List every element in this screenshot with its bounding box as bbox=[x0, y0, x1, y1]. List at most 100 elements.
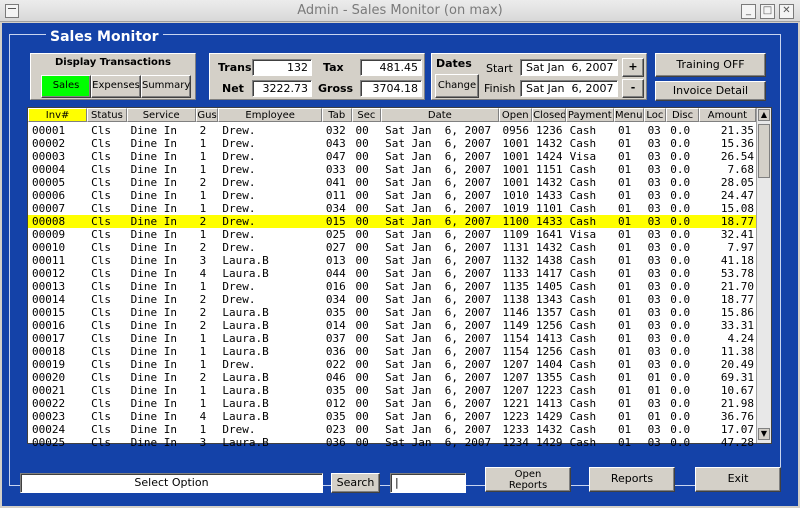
table-row[interactable]: 00007 Cls Dine In 1 Drew. 034 00 Sat Jan 6, 200… bbox=[28, 202, 756, 215]
select-option-field[interactable]: Select Option bbox=[20, 473, 323, 493]
table-row[interactable]: 00002 Cls Dine In 1 Drew. 043 00 Sat Jan 6, 200… bbox=[28, 137, 756, 150]
column-header-payment[interactable]: Payment bbox=[565, 108, 614, 122]
table-row[interactable]: 00008 Cls Dine In 2 Drew. 015 00 Sat Jan 6, 200… bbox=[28, 215, 756, 228]
cell-guests: 4 bbox=[199, 267, 207, 280]
cell-sec: 00 bbox=[355, 176, 369, 189]
search-input[interactable]: | bbox=[390, 473, 466, 493]
column-header-service[interactable]: Service bbox=[126, 108, 196, 122]
gross-value: 3704.18 bbox=[360, 80, 422, 97]
reports-button[interactable]: Reports bbox=[589, 467, 675, 492]
cell-sec: 00 bbox=[355, 137, 369, 150]
column-header-tab[interactable]: Tab bbox=[321, 108, 352, 122]
column-header-guests[interactable]: Gus bbox=[195, 108, 219, 122]
training-toggle-button[interactable]: Training OFF bbox=[655, 53, 766, 77]
dates-title: Dates bbox=[436, 57, 472, 70]
cell-status: Cls bbox=[91, 124, 112, 137]
date-decrement-button[interactable]: - bbox=[622, 79, 644, 98]
table-row[interactable]: 00019 Cls Dine In 1 Drew. 022 00 Sat Jan 6, 200… bbox=[28, 358, 756, 371]
expenses-button[interactable]: Expenses bbox=[91, 75, 141, 98]
column-header-closed[interactable]: Closed bbox=[532, 108, 566, 122]
table-row[interactable]: 00020 Cls Dine In 2 Laura.B 046 00 Sat Jan 6, 2… bbox=[28, 371, 756, 384]
column-header-loc[interactable]: Loc bbox=[643, 108, 667, 122]
scroll-down-icon[interactable]: ▼ bbox=[758, 428, 770, 440]
cell-amount: 18.77 bbox=[720, 215, 755, 228]
table-row[interactable]: 00017 Cls Dine In 1 Laura.B 037 00 Sat Jan 6, 2… bbox=[28, 332, 756, 345]
table-row[interactable]: 00006 Cls Dine In 1 Drew. 011 00 Sat Jan 6, 200… bbox=[28, 189, 756, 202]
scroll-thumb[interactable] bbox=[758, 124, 770, 178]
cell-closed: 1433 bbox=[536, 215, 563, 228]
cell-inv: 00024 bbox=[32, 423, 66, 436]
column-header-disc[interactable]: Disc bbox=[666, 108, 699, 122]
table-row[interactable]: 00010 Cls Dine In 2 Drew. 027 00 Sat Jan 6, 200… bbox=[28, 241, 756, 254]
cell-service: Dine In bbox=[130, 215, 177, 228]
cell-amount: 15.08 bbox=[720, 202, 755, 215]
cell-tab: 013 bbox=[325, 254, 346, 267]
open-reports-button[interactable]: Open Reports bbox=[485, 467, 571, 492]
table-row[interactable]: 00025 Cls Dine In 3 Laura.B 036 00 Sat Jan 6, 2… bbox=[28, 436, 756, 449]
column-header-open[interactable]: Open bbox=[498, 108, 533, 122]
close-icon[interactable]: ✕ bbox=[779, 4, 794, 19]
cell-amount: 17.07 bbox=[720, 423, 755, 436]
cell-menu: 01 bbox=[617, 436, 632, 449]
column-header-sec[interactable]: Sec bbox=[351, 108, 382, 122]
column-header-inv[interactable]: Inv# bbox=[28, 108, 88, 122]
table-row[interactable]: 00016 Cls Dine In 2 Laura.B 014 00 Sat Jan 6, 2… bbox=[28, 319, 756, 332]
cell-closed: 1429 bbox=[536, 410, 563, 423]
cell-service: Dine In bbox=[130, 254, 177, 267]
vertical-scrollbar[interactable]: ▲ ▼ bbox=[756, 108, 771, 443]
change-button[interactable]: Change bbox=[435, 74, 479, 98]
table-row[interactable]: 00024 Cls Dine In 1 Drew. 023 00 Sat Jan 6, 200… bbox=[28, 423, 756, 436]
table-row[interactable]: 00009 Cls Dine In 1 Drew. 025 00 Sat Jan 6, 200… bbox=[28, 228, 756, 241]
column-header-employee[interactable]: Employee bbox=[218, 108, 322, 122]
table-row[interactable]: 00018 Cls Dine In 1 Laura.B 036 00 Sat Jan 6, 2… bbox=[28, 345, 756, 358]
table-row[interactable]: 00003 Cls Dine In 1 Drew. 047 00 Sat Jan 6, 200… bbox=[28, 150, 756, 163]
cell-date: Sat Jan 6, 2007 bbox=[385, 176, 492, 189]
table-row[interactable]: 00023 Cls Dine In 4 Laura.B 035 00 Sat Jan 6, 2… bbox=[28, 410, 756, 423]
search-button[interactable]: Search bbox=[331, 473, 380, 493]
table-row[interactable]: 00005 Cls Dine In 2 Drew. 041 00 Sat Jan 6, 200… bbox=[28, 176, 756, 189]
cell-inv: 00019 bbox=[32, 358, 66, 371]
table-row[interactable]: 00021 Cls Dine In 1 Laura.B 035 00 Sat Jan 6, 2… bbox=[28, 384, 756, 397]
table-row[interactable]: 00011 Cls Dine In 3 Laura.B 013 00 Sat Jan 6, 2… bbox=[28, 254, 756, 267]
cell-guests: 3 bbox=[199, 436, 207, 449]
cell-closed: 1429 bbox=[536, 436, 563, 449]
table-row[interactable]: 00013 Cls Dine In 1 Drew. 016 00 Sat Jan 6, 200… bbox=[28, 280, 756, 293]
column-header-status[interactable]: Status bbox=[87, 108, 127, 122]
date-increment-button[interactable]: + bbox=[622, 58, 644, 77]
start-date-field[interactable]: Sat Jan 6, 2007 bbox=[520, 59, 618, 76]
cell-loc: 03 bbox=[647, 319, 661, 332]
cell-closed: 1432 bbox=[536, 423, 563, 436]
cell-amount: 10.67 bbox=[720, 384, 755, 397]
cell-open: 1234 bbox=[502, 436, 529, 449]
summary-button[interactable]: Summary bbox=[141, 75, 191, 98]
column-header-menu[interactable]: Menu bbox=[613, 108, 644, 122]
cell-inv: 00003 bbox=[32, 150, 66, 163]
table-row[interactable]: 00022 Cls Dine In 1 Laura.B 012 00 Sat Jan 6, 2… bbox=[28, 397, 756, 410]
trans-label: Trans bbox=[218, 61, 252, 74]
column-header-date[interactable]: Date bbox=[381, 108, 499, 122]
table-row[interactable]: 00014 Cls Dine In 2 Drew. 034 00 Sat Jan 6, 200… bbox=[28, 293, 756, 306]
exit-button[interactable]: Exit bbox=[695, 467, 781, 492]
cell-tab: 025 bbox=[325, 228, 346, 241]
scroll-up-icon[interactable]: ▲ bbox=[758, 109, 770, 121]
table-row[interactable]: 00004 Cls Dine In 1 Drew. 033 00 Sat Jan 6, 200… bbox=[28, 163, 756, 176]
invoice-detail-button[interactable]: Invoice Detail bbox=[655, 81, 766, 101]
sales-button[interactable]: Sales bbox=[41, 75, 91, 98]
cell-amount: 33.31 bbox=[720, 319, 755, 332]
cell-menu: 01 bbox=[617, 150, 632, 163]
cell-menu: 01 bbox=[617, 332, 632, 345]
finish-date-field[interactable]: Sat Jan 6, 2007 bbox=[520, 80, 618, 97]
column-header-amount[interactable]: Amount bbox=[698, 108, 757, 122]
transactions-table: Inv# Status Service Gus Employee Tab Sec Date Op… bbox=[27, 107, 772, 449]
maximize-icon[interactable]: □ bbox=[760, 4, 775, 19]
table-row[interactable]: 00012 Cls Dine In 4 Laura.B 044 00 Sat Jan 6, 2… bbox=[28, 267, 756, 280]
cell-date: Sat Jan 6, 2007 bbox=[385, 202, 492, 215]
cell-employee: Laura.B bbox=[222, 397, 269, 410]
minimize-icon[interactable]: _ bbox=[741, 4, 756, 19]
cell-amount: 7.97 bbox=[727, 241, 755, 254]
table-row[interactable]: 00001 Cls Dine In 2 Drew. 032 00 Sat Jan 6, 200… bbox=[28, 124, 756, 137]
cell-inv: 00006 bbox=[32, 189, 66, 202]
table-row[interactable]: 00015 Cls Dine In 2 Laura.B 035 00 Sat Jan 6, 2… bbox=[28, 306, 756, 319]
open-reports-label-1: Open bbox=[514, 469, 542, 480]
cell-inv: 00004 bbox=[32, 163, 66, 176]
